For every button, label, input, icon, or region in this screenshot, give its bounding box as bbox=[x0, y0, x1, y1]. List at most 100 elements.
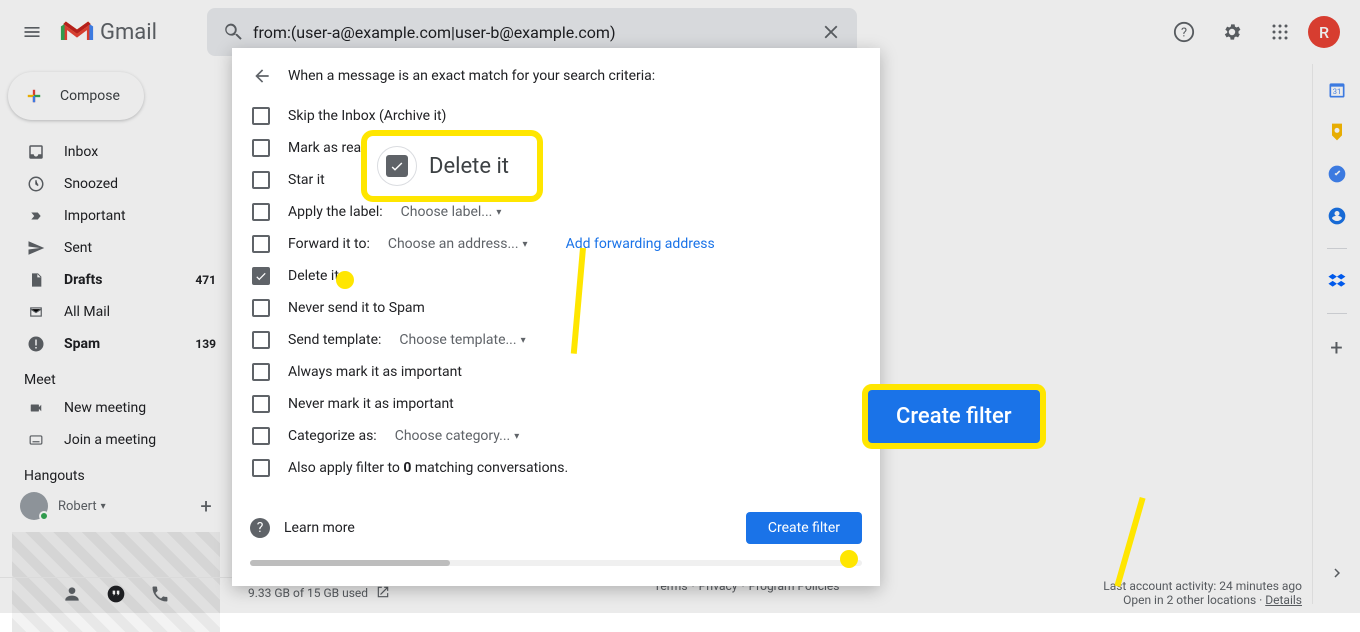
horizontal-scrollbar[interactable] bbox=[250, 560, 862, 566]
checkbox[interactable] bbox=[252, 363, 270, 381]
sidebar-item-important[interactable]: Important bbox=[0, 200, 232, 232]
clear-search-icon[interactable] bbox=[811, 12, 851, 52]
checkbox[interactable] bbox=[252, 459, 270, 477]
callout-text: Delete it bbox=[429, 154, 509, 179]
checkbox[interactable] bbox=[252, 427, 270, 445]
phone-icon[interactable] bbox=[150, 584, 170, 608]
select-dropdown[interactable]: Choose an address... bbox=[388, 236, 528, 252]
learn-more-link[interactable]: Learn more bbox=[284, 520, 355, 536]
video-icon bbox=[26, 401, 46, 415]
join-meeting-button[interactable]: Join a meeting bbox=[0, 424, 232, 456]
filter-option-label: Categorize as: bbox=[288, 428, 377, 444]
open-in-new-icon[interactable] bbox=[376, 585, 390, 602]
filter-option-row: Also apply filter to 0 matching conversa… bbox=[252, 452, 862, 484]
search-icon[interactable] bbox=[213, 12, 253, 52]
select-dropdown[interactable]: Choose template... bbox=[399, 332, 525, 348]
search-input[interactable] bbox=[253, 23, 811, 42]
sidebar-item-drafts[interactable]: Drafts 471 bbox=[0, 264, 232, 296]
checkbox[interactable] bbox=[252, 299, 270, 317]
sidebar-item-sent[interactable]: Sent bbox=[0, 232, 232, 264]
checkbox[interactable] bbox=[252, 203, 270, 221]
hangouts-user-row[interactable]: Robert ▾ + bbox=[0, 488, 232, 524]
checkbox[interactable] bbox=[252, 395, 270, 413]
checkbox[interactable] bbox=[252, 331, 270, 349]
nav-count: 471 bbox=[195, 273, 216, 287]
back-arrow-icon[interactable] bbox=[250, 64, 274, 88]
settings-icon[interactable] bbox=[1212, 12, 1252, 52]
sidebar-bottom-tabs bbox=[0, 577, 232, 613]
hangouts-icon[interactable] bbox=[106, 584, 126, 608]
checkbox[interactable] bbox=[252, 235, 270, 253]
sidebar-item-allmail[interactable]: All Mail bbox=[0, 296, 232, 328]
help-icon[interactable]: ? bbox=[250, 518, 270, 538]
details-link[interactable]: Details bbox=[1265, 593, 1302, 607]
create-filter-button[interactable]: Create filter bbox=[746, 512, 862, 544]
annotation-dot bbox=[840, 550, 858, 568]
filter-option-label: Skip the Inbox (Archive it) bbox=[288, 108, 446, 124]
sidebar-item-inbox[interactable]: Inbox bbox=[0, 136, 232, 168]
annotation-callout-create: Create filter bbox=[868, 390, 1040, 443]
keyboard-icon bbox=[26, 433, 46, 447]
person-icon[interactable] bbox=[62, 584, 82, 608]
filter-option-label: Never send it to Spam bbox=[288, 300, 425, 316]
important-icon bbox=[26, 209, 46, 223]
sidebar-item-spam[interactable]: Spam139 bbox=[0, 328, 232, 360]
apps-icon[interactable] bbox=[1260, 12, 1300, 52]
filter-option-label: Forward it to: bbox=[288, 236, 370, 252]
filter-heading: When a message is an exact match for you… bbox=[288, 68, 655, 84]
divider bbox=[1327, 248, 1347, 249]
keep-icon[interactable] bbox=[1327, 122, 1347, 142]
checkbox[interactable] bbox=[252, 107, 270, 125]
annotation-callout-delete: Delete it bbox=[367, 136, 537, 196]
filter-option-row: Star it bbox=[252, 164, 862, 196]
compose-label: Compose bbox=[60, 88, 120, 104]
content-area: When a message is an exact match for you… bbox=[232, 64, 1360, 613]
filter-option-label: Always mark it as important bbox=[288, 364, 462, 380]
account-avatar[interactable]: R bbox=[1308, 16, 1340, 48]
compose-button[interactable]: Compose bbox=[8, 72, 144, 120]
tasks-icon[interactable] bbox=[1327, 164, 1347, 184]
collapse-panel-icon[interactable] bbox=[1328, 564, 1346, 586]
contacts-icon[interactable] bbox=[1327, 206, 1347, 226]
filter-option-label: Also apply filter to 0 matching conversa… bbox=[288, 460, 568, 476]
filter-option-label: Mark as read bbox=[288, 140, 369, 156]
nav-label: New meeting bbox=[64, 400, 146, 416]
storage-text: 9.33 GB of 15 GB used bbox=[248, 586, 368, 600]
hangouts-username: Robert bbox=[58, 499, 97, 514]
nav-label: Spam bbox=[64, 336, 100, 352]
svg-text:31: 31 bbox=[1332, 87, 1340, 96]
calendar-icon[interactable]: 31 bbox=[1327, 80, 1347, 100]
nav-label: Sent bbox=[64, 240, 92, 256]
nav-label: Join a meeting bbox=[64, 432, 156, 448]
checkbox[interactable] bbox=[252, 139, 270, 157]
support-icon[interactable]: ? bbox=[1164, 12, 1204, 52]
filter-option-row: Never send it to Spam bbox=[252, 292, 862, 324]
svg-text:?: ? bbox=[1181, 26, 1187, 41]
filter-option-label: Never mark it as important bbox=[288, 396, 454, 412]
product-name: Gmail bbox=[100, 20, 157, 45]
gmail-logo[interactable]: Gmail bbox=[60, 19, 157, 45]
side-panel: 31 + bbox=[1312, 64, 1360, 604]
sidebar-item-snoozed[interactable]: Snoozed bbox=[0, 168, 232, 200]
filter-option-row: Always mark it as important bbox=[252, 356, 862, 388]
filter-option-label: Delete it bbox=[288, 268, 339, 284]
checkbox[interactable] bbox=[252, 267, 270, 285]
snoozed-icon bbox=[26, 175, 46, 193]
nav-label: Drafts bbox=[64, 272, 102, 288]
main-menu-button[interactable] bbox=[8, 8, 56, 56]
filter-option-row: Never mark it as important bbox=[252, 388, 862, 420]
user-avatar bbox=[20, 492, 48, 520]
inbox-icon bbox=[26, 143, 46, 161]
dropbox-icon[interactable] bbox=[1327, 271, 1347, 291]
add-forwarding-link[interactable]: Add forwarding address bbox=[566, 236, 715, 252]
dropdown-caret-icon[interactable]: ▾ bbox=[101, 501, 106, 512]
checkbox[interactable] bbox=[252, 171, 270, 189]
select-dropdown[interactable]: Choose label... bbox=[401, 204, 502, 220]
activity-line-1: Last account activity: 24 minutes ago bbox=[1103, 579, 1302, 593]
get-addons-icon[interactable]: + bbox=[1327, 336, 1347, 356]
select-dropdown[interactable]: Choose category... bbox=[395, 428, 520, 444]
filter-option-label: Apply the label: bbox=[288, 204, 383, 220]
new-conversation-button[interactable]: + bbox=[192, 492, 220, 520]
activity-line-2: Open in 2 other locations · bbox=[1123, 593, 1265, 607]
new-meeting-button[interactable]: New meeting bbox=[0, 392, 232, 424]
